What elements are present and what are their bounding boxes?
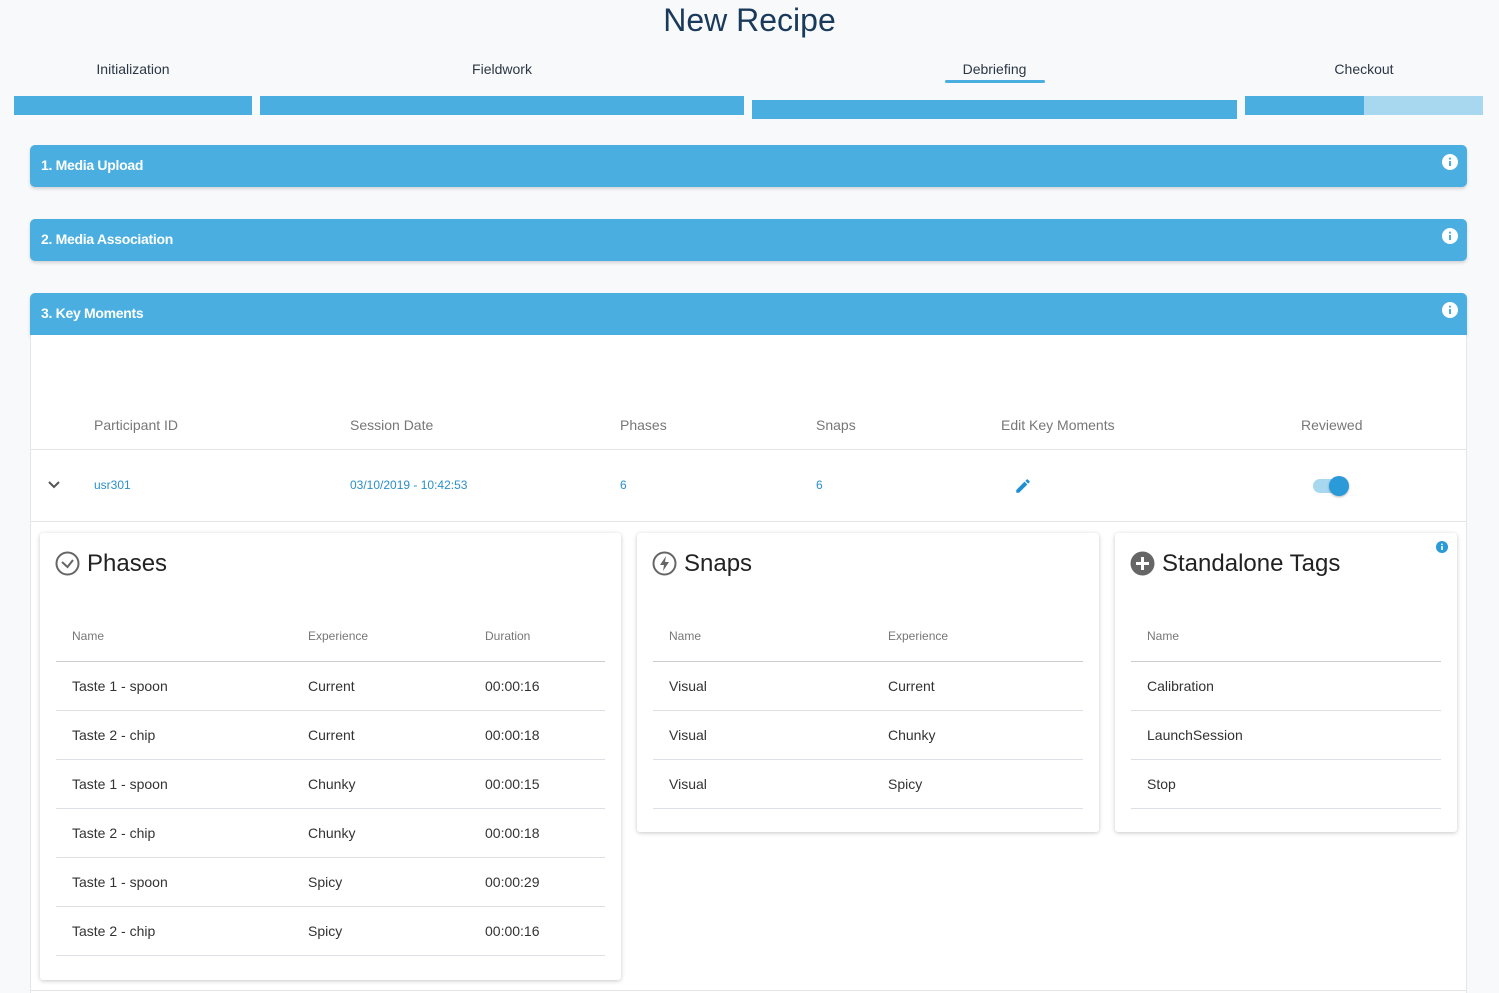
info-icon[interactable] [1442,154,1458,170]
snap-name: Visual [669,776,707,792]
phase-duration: 00:00:15 [485,776,540,792]
phases-card: Phases Name Experience Duration Taste 1 … [40,533,621,980]
row-divider [653,808,1083,809]
reviewed-toggle[interactable] [1312,475,1350,497]
step-fieldwork[interactable]: Fieldwork [260,61,744,77]
row-divider [1131,759,1441,760]
info-icon[interactable] [1436,541,1448,553]
phase-name: Taste 1 - spoon [72,776,168,792]
divider [31,449,1466,450]
phase-experience: Spicy [308,874,343,890]
snaps-count-link[interactable]: 6 [816,478,823,492]
step-bar-debriefing [752,100,1237,119]
column-snaps[interactable]: Snaps [816,417,856,433]
snap-experience: Spicy [888,776,923,792]
phase-name: Taste 2 - chip [72,923,156,939]
step-bar-fieldwork [260,96,744,115]
accordion-media-upload[interactable]: 1. Media Upload [30,145,1467,187]
header-divider [653,661,1083,662]
column-edit-key-moments: Edit Key Moments [1001,417,1115,433]
row-divider [653,710,1083,711]
phase-name: Taste 2 - chip [72,727,156,743]
plus-circle-icon[interactable] [1130,551,1155,576]
tag-name: Stop [1147,776,1176,792]
column-name: Name [72,629,105,643]
chevron-down-icon[interactable] [47,480,61,490]
row-divider [56,759,605,760]
column-experience: Experience [888,629,949,643]
phases-count-link[interactable]: 6 [620,478,627,492]
header-divider [1131,661,1441,662]
snap-experience: Current [888,678,935,694]
card-title: Snaps [684,550,753,577]
column-name: Name [669,629,702,643]
phase-duration: 00:00:18 [485,825,540,841]
phase-duration: 00:00:29 [485,874,540,890]
column-phases[interactable]: Phases [620,417,667,433]
info-icon[interactable] [1442,228,1458,244]
header-divider [56,661,605,662]
snap-name: Visual [669,727,707,743]
row-divider [56,906,605,907]
phase-experience: Chunky [308,825,356,841]
phase-name: Taste 2 - chip [72,825,156,841]
phase-experience: Current [308,678,355,694]
accordion-title: 3. Key Moments [41,305,144,321]
row-divider [1131,710,1441,711]
pencil-icon[interactable] [1014,477,1032,495]
phase-experience: Chunky [308,776,356,792]
card-title: Phases [87,550,168,577]
accordion-media-association[interactable]: 2. Media Association [30,219,1467,261]
lightning-icon [652,551,677,576]
standalone-tags-card: Standalone Tags Name Calibration LaunchS… [1115,533,1457,832]
phase-name: Taste 1 - spoon [72,874,168,890]
snap-experience: Chunky [888,727,936,743]
toggle-knob [1329,476,1349,496]
column-name: Name [1147,629,1180,643]
step-bar-initialization [14,96,252,115]
step-debriefing[interactable]: Debriefing [752,61,1237,77]
phase-duration: 00:00:16 [485,678,540,694]
column-duration: Duration [485,629,531,643]
phase-name: Taste 1 - spoon [72,678,168,694]
info-icon[interactable] [1442,302,1458,318]
accordion-key-moments[interactable]: 3. Key Moments [30,293,1467,335]
phase-duration: 00:00:18 [485,727,540,743]
phase-duration: 00:00:16 [485,923,540,939]
row-divider [653,759,1083,760]
row-divider [56,857,605,858]
row-divider [1131,808,1441,809]
column-participant-id[interactable]: Participant ID [94,417,178,433]
row-divider [56,808,605,809]
card-title: Standalone Tags [1162,550,1341,577]
active-step-underline [945,80,1045,83]
snap-name: Visual [669,678,707,694]
accordion-title: 2. Media Association [41,231,173,247]
divider [31,521,1466,522]
accordion-title: 1. Media Upload [41,157,144,173]
clock-icon [55,551,80,576]
tag-name: Calibration [1147,678,1214,694]
step-checkout[interactable]: Checkout [1245,61,1483,77]
participant-id-link[interactable]: usr301 [94,478,131,492]
tag-name: LaunchSession [1147,727,1243,743]
page-title: New Recipe [663,2,836,38]
session-date-link[interactable]: 03/10/2019 - 10:42:53 [350,478,467,492]
step-initialization[interactable]: Initialization [14,61,252,77]
row-divider [56,710,605,711]
snaps-card: Snaps Name Experience Visual Current Vis… [637,533,1099,832]
column-reviewed[interactable]: Reviewed [1301,417,1362,433]
divider [31,990,1466,991]
row-divider [56,955,605,956]
column-session-date[interactable]: Session Date [350,417,433,433]
phase-experience: Spicy [308,923,343,939]
phase-experience: Current [308,727,355,743]
column-experience: Experience [308,629,369,643]
step-bar-checkout [1245,96,1483,115]
